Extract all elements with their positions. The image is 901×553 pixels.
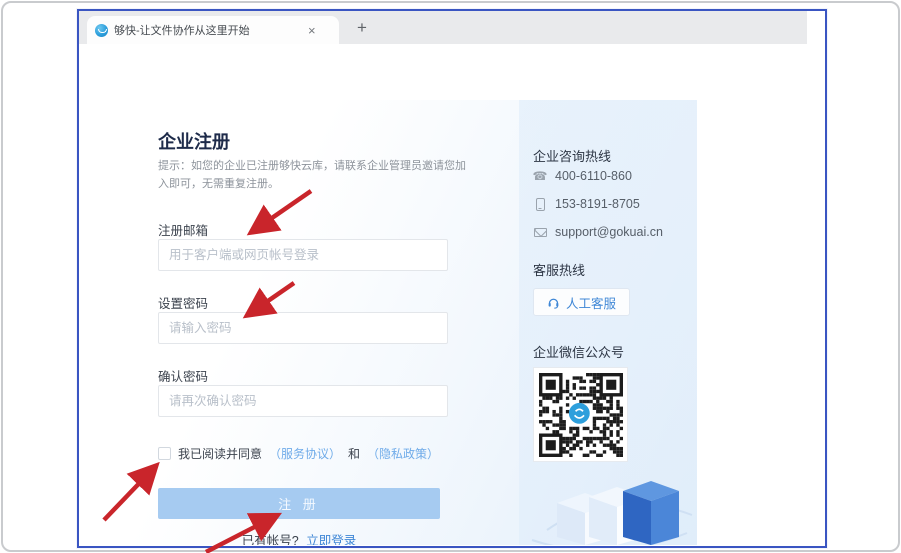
- live-support-label: 人工客服: [566, 293, 616, 312]
- telephone-icon: ☎: [533, 169, 547, 183]
- email-input[interactable]: [158, 239, 448, 271]
- browser-window: 够快-让文件协作从这里开始 × + 企业咨询热线 ☎ 400-6110-860 …: [77, 9, 827, 548]
- wechat-qr-box: [533, 367, 628, 462]
- browser-tab[interactable]: 够快-让文件协作从这里开始 ×: [87, 16, 339, 44]
- contact-panel: 企业咨询热线 ☎ 400-6110-860 153-8191-8705 supp…: [519, 100, 697, 545]
- agreement-text: 我已阅读并同意: [178, 445, 262, 462]
- contact-row-mobile: 153-8191-8705: [533, 197, 640, 211]
- gokuai-favicon-icon: [95, 24, 108, 37]
- contact-row-email: support@gokuai.cn: [533, 225, 663, 239]
- confirm-password-input[interactable]: [158, 385, 448, 417]
- contact-row-phone: ☎ 400-6110-860: [533, 169, 632, 183]
- mobile-icon: [533, 198, 547, 211]
- privacy-policy-link[interactable]: （隐私政策）: [367, 445, 439, 462]
- email-label: 注册邮箱: [158, 220, 208, 239]
- support-email: support@gokuai.cn: [555, 225, 663, 239]
- password-label: 设置密码: [158, 293, 208, 312]
- agreement-conjunction: 和: [348, 445, 360, 462]
- wechat-title: 企业微信公众号: [533, 342, 624, 361]
- login-now-link[interactable]: 立即登录: [306, 534, 356, 545]
- registration-page-card: 企业咨询热线 ☎ 400-6110-860 153-8191-8705 supp…: [90, 100, 697, 545]
- headset-icon: [547, 296, 560, 309]
- register-button[interactable]: 注 册: [158, 488, 440, 519]
- tab-title: 够快-让文件协作从这里开始: [114, 22, 300, 38]
- screenshot-stage: 够快-让文件协作从这里开始 × + 企业咨询热线 ☎ 400-6110-860 …: [0, 0, 901, 553]
- password-input[interactable]: [158, 312, 448, 344]
- new-tab-button[interactable]: +: [357, 19, 367, 36]
- registration-hint: 提示：如您的企业已注册够快云库，请联系企业管理员邀请您加入即可，无需重复注册。: [158, 157, 470, 193]
- hotline-title: 企业咨询热线: [533, 146, 611, 165]
- email-icon: [533, 228, 547, 237]
- qr-code: [539, 373, 623, 457]
- service-agreement-link[interactable]: （服务协议）: [269, 445, 341, 462]
- agreement-checkbox[interactable]: [158, 447, 171, 460]
- tab-close-icon[interactable]: ×: [306, 24, 318, 37]
- service-title: 客服热线: [533, 260, 585, 279]
- confirm-password-label: 确认密码: [158, 366, 208, 385]
- live-support-button[interactable]: 人工客服: [533, 288, 630, 316]
- have-account-row: 已有帐号? 立即登录: [158, 530, 440, 545]
- browser-tab-strip: 够快-让文件协作从这里开始 × +: [79, 11, 807, 44]
- hotline-phone: 400-6110-860: [555, 169, 632, 183]
- page-title: 企业注册: [158, 128, 230, 154]
- have-account-text: 已有帐号?: [242, 534, 299, 545]
- agreement-row: 我已阅读并同意 （服务协议） 和 （隐私政策）: [158, 445, 439, 462]
- mobile-phone: 153-8191-8705: [555, 197, 640, 211]
